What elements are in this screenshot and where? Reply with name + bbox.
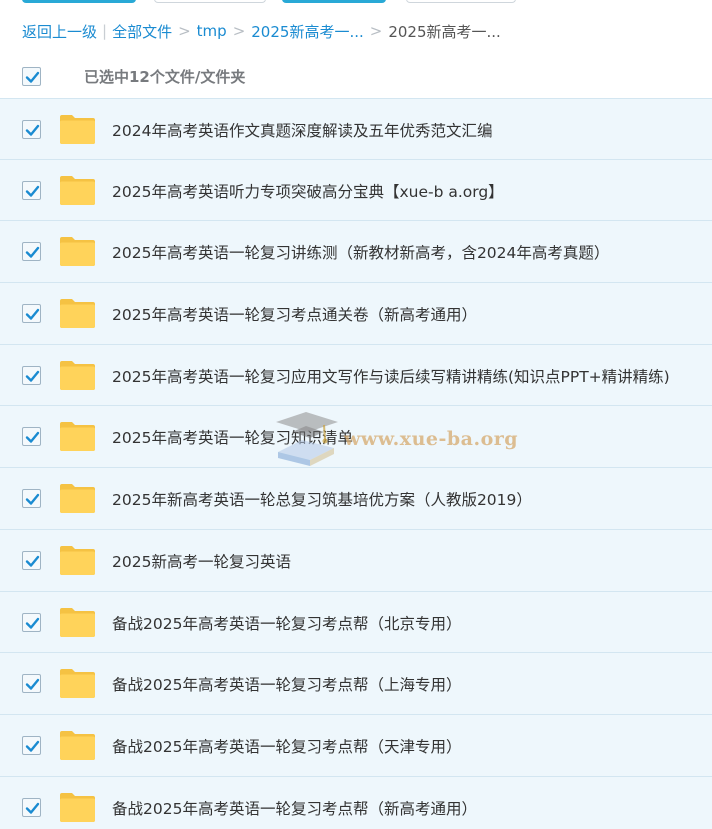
check-icon xyxy=(25,247,40,259)
folder-icon xyxy=(60,669,95,699)
folder-icon xyxy=(60,730,95,760)
file-name[interactable]: 备战2025年高考英语一轮复习考点帮（新高考通用） xyxy=(112,797,477,819)
row-checkbox[interactable] xyxy=(22,304,41,324)
row-checkbox[interactable] xyxy=(22,120,41,139)
folder-icon xyxy=(60,299,95,329)
breadcrumb: 返回上一级 | 全部文件 > tmp > 2025新高考一... > 2025新… xyxy=(22,20,501,42)
folder-icon xyxy=(60,545,95,575)
folder-icon xyxy=(60,115,95,144)
toolbar-button-2[interactable] xyxy=(154,0,266,3)
check-icon xyxy=(25,308,40,320)
file-name[interactable]: 2025年高考英语一轮复习讲练测（新教材新高考，含2024年高考真题） xyxy=(112,241,609,263)
file-row[interactable]: 备战2025年高考英语一轮复习考点帮（上海专用） xyxy=(0,653,712,715)
breadcrumb-item-tmp[interactable]: tmp xyxy=(197,22,227,40)
toolbar-button-1[interactable] xyxy=(22,0,136,3)
file-row[interactable]: 备战2025年高考英语一轮复习考点帮（新高考通用） xyxy=(0,776,712,829)
row-checkbox[interactable] xyxy=(22,612,41,632)
file-name[interactable]: 2025年新高考英语一轮总复习筑基培优方案（人教版2019） xyxy=(112,488,532,510)
check-icon xyxy=(25,802,40,814)
toolbar-button-4[interactable] xyxy=(406,0,516,3)
check-icon xyxy=(25,432,40,444)
file-row[interactable]: 2025年高考英语听力专项突破高分宝典【xue-b a.org】 xyxy=(0,159,712,222)
file-name[interactable]: 2025年高考英语一轮复习应用文写作与读后续写精讲精练(知识点PPT+精讲精练) xyxy=(112,365,670,387)
file-row[interactable]: 备战2025年高考英语一轮复习考点帮（天津专用） xyxy=(0,714,712,777)
folder-icon xyxy=(60,360,95,390)
file-row[interactable]: 2025新高考一轮复习英语 xyxy=(0,529,712,592)
file-name[interactable]: 2025年高考英语一轮复习考点通关卷（新高考通用） xyxy=(112,303,477,325)
breadcrumb-item-current: 2025新高考一... xyxy=(388,22,501,41)
file-name[interactable]: 2025新高考一轮复习英语 xyxy=(112,550,291,572)
folder-icon xyxy=(60,175,95,205)
file-name[interactable]: 备战2025年高考英语一轮复习考点帮（北京专用） xyxy=(112,612,461,634)
file-row[interactable]: 2025年高考英语一轮复习知识清单 xyxy=(0,406,712,469)
folder-icon xyxy=(60,484,95,514)
selected-count-label: 已选中12个文件/文件夹 xyxy=(84,68,246,86)
row-checkbox[interactable] xyxy=(22,365,41,385)
breadcrumb-separator: > xyxy=(232,22,246,40)
folder-icon xyxy=(60,792,95,822)
breadcrumb-item-parent[interactable]: 2025新高考一... xyxy=(251,21,363,42)
row-checkbox[interactable] xyxy=(22,489,41,509)
row-checkbox[interactable] xyxy=(22,427,41,447)
check-icon xyxy=(25,617,40,629)
breadcrumb-separator: > xyxy=(369,22,383,40)
selection-header: 已选中12个文件/文件夹 xyxy=(0,58,712,96)
breadcrumb-separator: > xyxy=(178,22,191,40)
row-checkbox[interactable] xyxy=(22,550,41,570)
row-checkbox[interactable] xyxy=(22,242,41,262)
check-icon xyxy=(25,71,40,83)
check-icon xyxy=(25,370,40,382)
check-icon xyxy=(25,678,40,690)
check-icon xyxy=(25,740,40,752)
file-row[interactable]: 2025年高考英语一轮复习应用文写作与读后续写精讲精练(知识点PPT+精讲精练) xyxy=(0,344,712,407)
file-row[interactable]: 2024年高考英语作文真题深度解读及五年优秀范文汇编 xyxy=(0,98,712,160)
breadcrumb-divider: | xyxy=(102,22,108,40)
folder-icon xyxy=(60,422,95,452)
file-name[interactable]: 备战2025年高考英语一轮复习考点帮（天津专用） xyxy=(112,735,461,757)
file-name[interactable]: 2024年高考英语作文真题深度解读及五年优秀范文汇编 xyxy=(112,119,492,141)
folder-icon xyxy=(60,237,95,267)
row-checkbox[interactable] xyxy=(22,674,41,694)
file-name[interactable]: 备战2025年高考英语一轮复习考点帮（上海专用） xyxy=(112,673,461,695)
check-icon xyxy=(25,555,40,567)
breadcrumb-back-link[interactable]: 返回上一级 xyxy=(22,21,97,42)
check-icon xyxy=(25,124,40,136)
breadcrumb-all-files-link[interactable]: 全部文件 xyxy=(112,21,172,42)
folder-icon xyxy=(60,607,95,637)
file-row[interactable]: 备战2025年高考英语一轮复习考点帮（北京专用） xyxy=(0,591,712,654)
toolbar-button-3[interactable] xyxy=(282,0,386,3)
file-name[interactable]: 2025年高考英语一轮复习知识清单 xyxy=(112,426,353,448)
file-list: 2024年高考英语作文真题深度解读及五年优秀范文汇编 2025年高考英语听力专项突… xyxy=(0,98,712,829)
select-all-checkbox[interactable] xyxy=(22,67,41,86)
file-name[interactable]: 2025年高考英语听力专项突破高分宝典【xue-b a.org】 xyxy=(112,180,504,202)
row-checkbox[interactable] xyxy=(22,797,41,817)
check-icon xyxy=(25,185,40,197)
file-row[interactable]: 2025年新高考英语一轮总复习筑基培优方案（人教版2019） xyxy=(0,468,712,530)
file-row[interactable]: 2025年高考英语一轮复习考点通关卷（新高考通用） xyxy=(0,283,712,345)
row-checkbox[interactable] xyxy=(22,180,41,200)
check-icon xyxy=(25,493,40,505)
top-toolbar xyxy=(0,0,712,6)
row-checkbox[interactable] xyxy=(22,735,41,755)
file-row[interactable]: 2025年高考英语一轮复习讲练测（新教材新高考，含2024年高考真题） xyxy=(0,221,712,284)
